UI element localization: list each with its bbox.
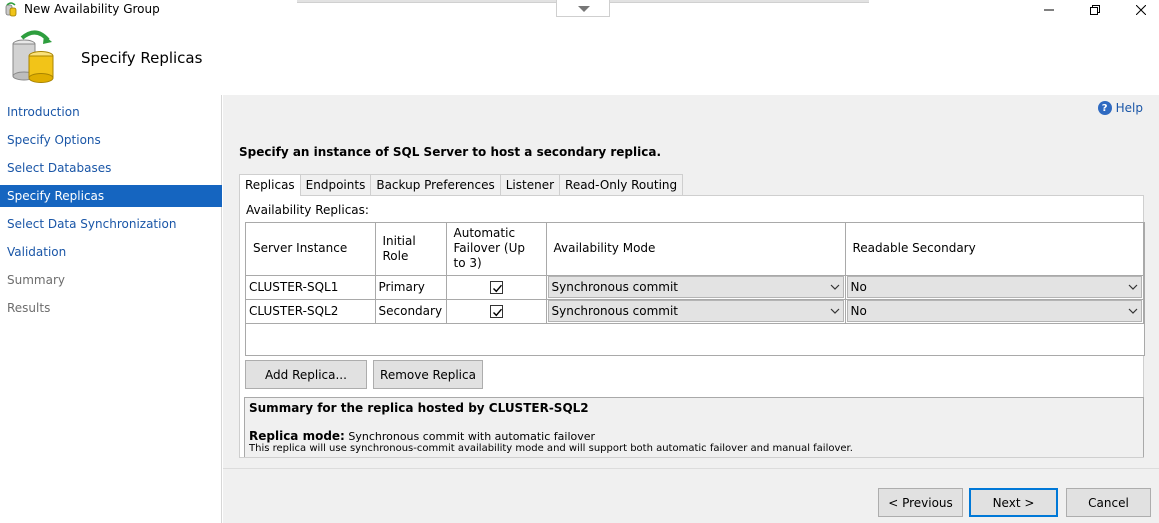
checkmark-icon [492, 284, 502, 293]
collapse-handle[interactable] [556, 0, 610, 17]
column-header-server-instance[interactable]: Server Instance [246, 223, 376, 276]
replica-mode-value: Synchronous commit with automatic failov… [348, 430, 596, 443]
database-cylinder-icon [10, 30, 60, 86]
chevron-down-icon [827, 277, 843, 297]
availability-mode-select[interactable]: Synchronous commit [547, 276, 844, 298]
help-link[interactable]: ? Help [1097, 101, 1143, 115]
initial-role-cell: Secondary [375, 299, 447, 324]
add-replica-button[interactable]: Add Replica... [245, 360, 367, 389]
previous-button[interactable]: < Previous [878, 488, 963, 517]
close-button[interactable] [1118, 0, 1159, 20]
nav-item-specify-replicas[interactable]: Specify Replicas [0, 185, 222, 207]
cancel-button[interactable]: Cancel [1066, 488, 1151, 517]
replicas-grid: Server Instance Initial Role Automatic F… [245, 222, 1145, 356]
automatic-failover-checkbox[interactable] [489, 305, 503, 318]
availability-mode-value: Synchronous commit [551, 304, 679, 318]
column-header-readable-secondary[interactable]: Readable Secondary [845, 223, 1144, 276]
help-label: Help [1115, 101, 1143, 115]
initial-role-cell: Primary [375, 275, 447, 300]
tab-strip: Replicas Endpoints Backup Preferences Li… [239, 174, 684, 196]
automatic-failover-checkbox[interactable] [489, 281, 503, 294]
replica-mode-description: This replica will use synchronous-commit… [249, 443, 853, 454]
availability-mode-cell: Synchronous commit [546, 275, 846, 300]
main-panel: ? Help Specify an instance of SQL Server… [223, 95, 1159, 523]
readable-secondary-cell: No [845, 299, 1144, 324]
replica-mode-line: Replica mode: Synchronous commit with au… [249, 429, 595, 443]
help-icon: ? [1097, 101, 1112, 115]
chevron-down-icon [827, 301, 843, 321]
page-title: Specify Replicas [81, 49, 203, 67]
nav-item-specify-options[interactable]: Specify Options [0, 129, 222, 151]
column-header-initial-role[interactable]: Initial Role [375, 223, 447, 276]
tab-replicas[interactable]: Replicas [239, 174, 301, 196]
server-instance-cell[interactable]: CLUSTER-SQL1 [246, 275, 376, 300]
readable-secondary-value: No [850, 280, 867, 294]
readable-secondary-cell: No [845, 275, 1144, 300]
restore-icon [1090, 5, 1100, 15]
summary-title: Summary for the replica hosted by CLUSTE… [249, 401, 589, 415]
availability-mode-select[interactable]: Synchronous commit [547, 300, 844, 322]
server-instance-cell[interactable]: CLUSTER-SQL2 [246, 299, 376, 324]
tab-read-only-routing[interactable]: Read-Only Routing [559, 174, 684, 195]
tab-listener[interactable]: Listener [499, 174, 561, 195]
availability-mode-cell: Synchronous commit [546, 299, 846, 324]
nav-item-select-data-synchronization[interactable]: Select Data Synchronization [0, 213, 222, 235]
nav-item-results: Results [7, 301, 51, 315]
next-button[interactable]: Next > [969, 488, 1058, 517]
restore-button[interactable] [1072, 0, 1118, 20]
page-header: Specify Replicas [0, 20, 1159, 95]
readable-secondary-select[interactable]: No [846, 276, 1142, 298]
readable-secondary-value: No [850, 304, 867, 318]
availability-mode-value: Synchronous commit [551, 280, 679, 294]
nav-item-summary: Summary [7, 273, 65, 287]
minimize-button[interactable] [1026, 0, 1072, 20]
nav-item-introduction[interactable]: Introduction [0, 101, 222, 123]
grid-header-row: Server Instance Initial Role Automatic F… [246, 223, 1144, 276]
replica-mode-label: Replica mode: [249, 429, 345, 443]
wizard-nav: Introduction Specify Options Select Data… [0, 95, 222, 523]
remove-replica-button[interactable]: Remove Replica [373, 360, 483, 389]
footer-divider [223, 468, 1159, 469]
replica-summary-panel: Summary for the replica hosted by CLUSTE… [244, 397, 1144, 457]
chevron-down-icon [1125, 277, 1141, 297]
instruction-text: Specify an instance of SQL Server to hos… [239, 145, 662, 159]
window-title: New Availability Group [24, 2, 160, 16]
readable-secondary-select[interactable]: No [846, 300, 1142, 322]
table-row[interactable]: CLUSTER-SQL2 Secondary Synchronous commi… [246, 299, 1144, 324]
nav-item-validation[interactable]: Validation [0, 241, 222, 263]
column-header-automatic-failover[interactable]: Automatic Failover (Up to 3) [446, 223, 547, 276]
chevron-down-icon [578, 6, 590, 12]
checkmark-icon [492, 308, 502, 317]
automatic-failover-cell [446, 275, 547, 300]
column-header-availability-mode[interactable]: Availability Mode [546, 223, 846, 276]
tab-backup-preferences[interactable]: Backup Preferences [370, 174, 501, 195]
availability-replicas-label: Availability Replicas: [246, 203, 369, 217]
nav-item-select-databases[interactable]: Select Databases [0, 157, 222, 179]
minimize-icon [1044, 9, 1054, 11]
automatic-failover-cell [446, 299, 547, 324]
table-row[interactable]: CLUSTER-SQL1 Primary Synchronous commit [246, 275, 1144, 300]
chevron-down-icon [1125, 301, 1141, 321]
title-bar: New Availability Group [0, 0, 1159, 20]
tab-endpoints[interactable]: Endpoints [299, 174, 372, 195]
close-icon [1136, 5, 1146, 15]
app-icon [4, 2, 18, 17]
